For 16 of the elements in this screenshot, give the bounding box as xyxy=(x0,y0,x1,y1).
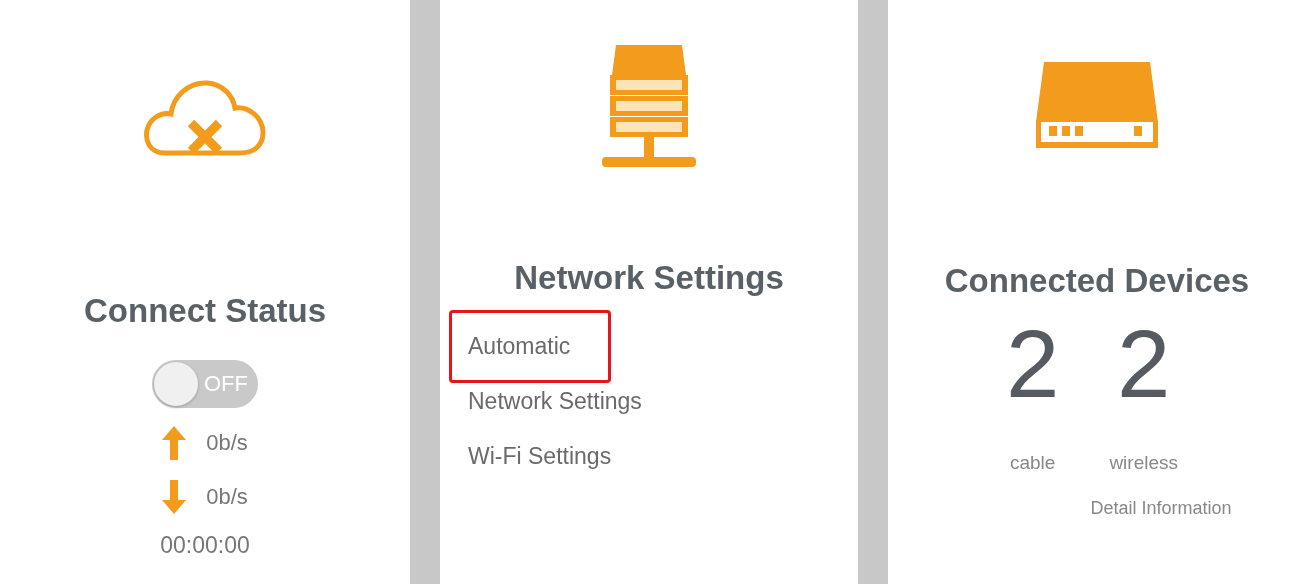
section-title: Connected Devices xyxy=(944,262,1250,300)
section-title: Network Settings xyxy=(514,259,784,297)
menu-link[interactable]: Automatic xyxy=(449,310,611,383)
download-arrow-icon xyxy=(162,480,187,514)
section-title: Connect Status xyxy=(84,292,326,330)
cloud-error-icon xyxy=(143,78,267,158)
count-label: cable xyxy=(1009,452,1056,474)
count-label: wireless xyxy=(1109,452,1178,474)
download-speed: 0b/s xyxy=(206,484,248,510)
upload-speed: 0b/s xyxy=(206,430,248,456)
detail-link[interactable]: Detail Information xyxy=(1090,498,1232,519)
connection-duration: 00:00:00 xyxy=(160,532,250,559)
device-count: 2 xyxy=(1006,316,1060,412)
upload-arrow-icon xyxy=(162,426,187,460)
router-icon xyxy=(1034,62,1160,150)
device-count: 2 xyxy=(1117,316,1171,412)
